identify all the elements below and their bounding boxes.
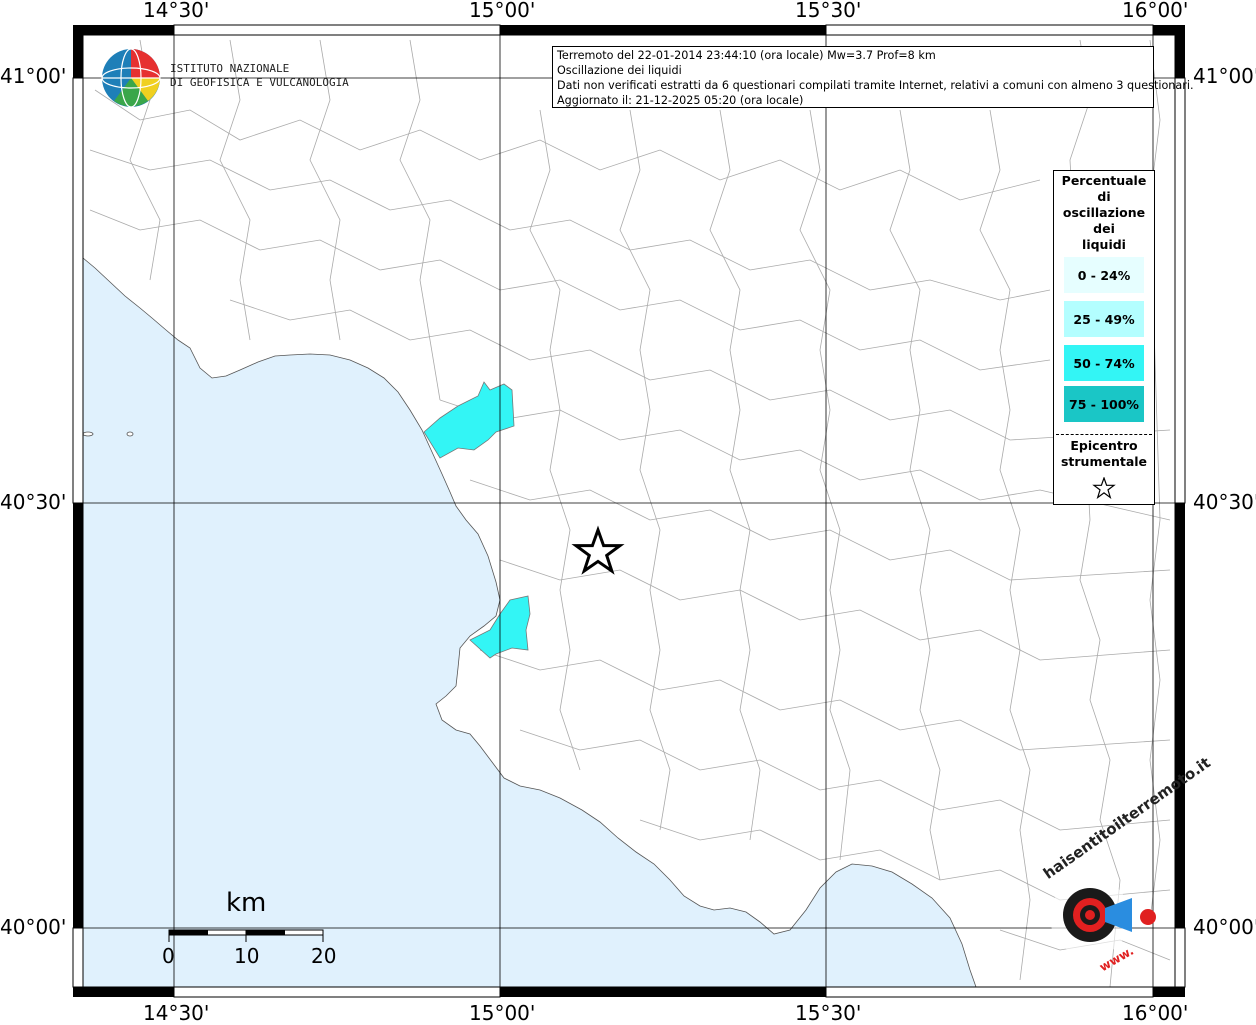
lon-label-top-3: 15°30'	[795, 0, 862, 22]
lon-label-bottom-4: 16°00'	[1122, 1001, 1189, 1025]
lon-label-top-4: 16°00'	[1122, 0, 1189, 22]
star-icon	[1092, 477, 1116, 499]
legend-swatch-75-100: 75 - 100%	[1064, 386, 1144, 422]
event-info-line2: Oscillazione dei liquidi	[557, 64, 682, 77]
lat-label-right-1: 41°00'	[1193, 64, 1256, 88]
lat-label-right-3: 40°00'	[1193, 915, 1256, 939]
ingv-logo-line2: DI GEOFISICA E VULCANOLOGIA	[170, 76, 349, 89]
event-info-line3: Dati non verificati estratti da 6 questi…	[557, 79, 1194, 92]
lon-label-bottom-3: 15°30'	[795, 1001, 862, 1025]
scale-bar-label-20: 20	[311, 944, 337, 968]
lat-label-right-2: 40°30'	[1193, 490, 1256, 514]
event-info-line1: Terremoto del 22-01-2014 23:44:10 (ora l…	[557, 49, 936, 62]
lon-label-bottom-1: 14°30'	[143, 1001, 210, 1025]
event-info-box: Terremoto del 22-01-2014 23:44:10 (ora l…	[552, 46, 1194, 108]
lat-label-left-2: 40°30'	[0, 490, 67, 514]
lat-label-left-3: 40°00'	[0, 915, 67, 939]
lat-label-left-1: 41°00'	[0, 64, 67, 88]
lon-label-top-2: 15°00'	[469, 0, 536, 22]
event-info-line4: Aggiornato il: 21-12-2025 05:20 (ora loc…	[557, 94, 804, 107]
scale-bar-label-10: 10	[234, 944, 260, 968]
scale-bar-unit: km	[226, 888, 267, 918]
legend-separator	[1056, 434, 1152, 435]
scale-bar-label-0: 0	[162, 944, 175, 968]
lon-label-bottom-2: 15°00'	[469, 1001, 536, 1025]
legend-swatch-0-24: 0 - 24%	[1064, 257, 1144, 293]
legend-epicenter-label: Epicentro strumentale	[1060, 438, 1148, 469]
legend-title: Percentuale di oscillazione dei liquidi	[1061, 173, 1147, 252]
ingv-logo-line1: ISTITUTO NAZIONALE	[170, 62, 290, 75]
lon-label-top-1: 14°30'	[143, 0, 210, 22]
legend-swatch-25-49: 25 - 49%	[1064, 301, 1144, 337]
legend-panel: Percentuale di oscillazione dei liquidi …	[1053, 170, 1155, 505]
legend-swatch-50-74: 50 - 74%	[1064, 345, 1144, 381]
ingv-globe-icon	[101, 48, 161, 108]
